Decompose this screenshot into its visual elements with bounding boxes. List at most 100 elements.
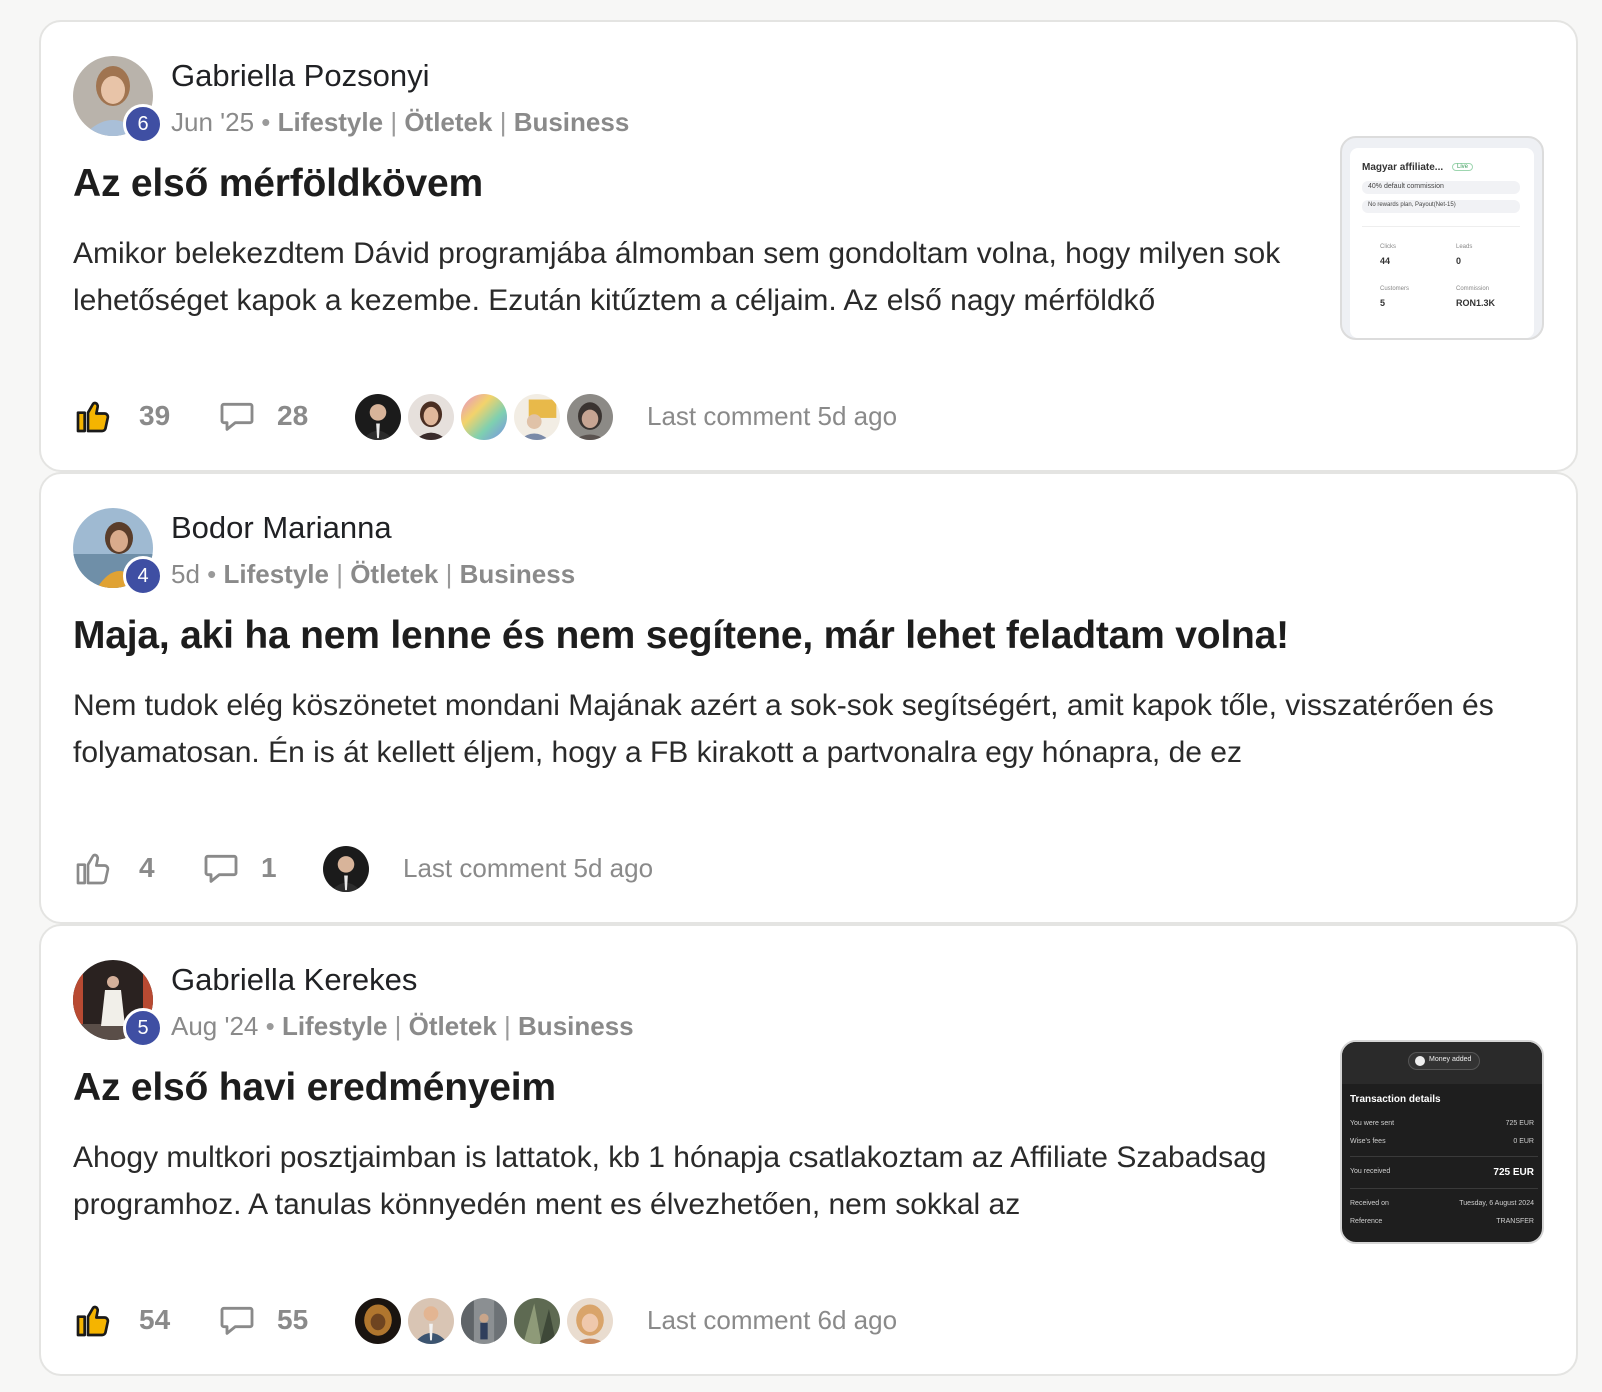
post-meta: 5d • Lifestyle | Ötletek | Business	[171, 559, 575, 590]
meta-dot: •	[207, 559, 224, 589]
thumbnail-row: 40% default commission	[1362, 181, 1520, 194]
commenter-avatar[interactable]	[406, 1296, 456, 1346]
community-feed: 6 Gabriella Pozsonyi Jun '25 • Lifestyle…	[0, 0, 1602, 1392]
category-divider: |	[336, 559, 351, 589]
author-avatar[interactable]: 5	[73, 960, 163, 1048]
commenter-avatar[interactable]	[565, 1296, 615, 1346]
comment-icon	[204, 854, 238, 883]
detail-value: 725 EUR	[1505, 1120, 1534, 1127]
post-card[interactable]: 4 Bodor Marianna 5d • Lifestyle | Ötlete…	[39, 472, 1578, 924]
thumbnail-divider	[1350, 1156, 1538, 1157]
category-link[interactable]: Ötletek	[404, 107, 492, 137]
level-badge: 5	[123, 1008, 163, 1048]
comment-count: 28	[277, 400, 309, 431]
commenter-avatar[interactable]	[353, 1296, 403, 1346]
commenter-avatar[interactable]	[565, 392, 615, 442]
category-link[interactable]: Ötletek	[409, 1011, 497, 1041]
category-link[interactable]: Business	[518, 1011, 634, 1041]
post-thumbnail[interactable]: Money added Transaction details You were…	[1340, 1040, 1544, 1244]
commenter-avatar[interactable]	[512, 392, 562, 442]
thumbs-up-icon	[76, 1305, 110, 1337]
detail-value: 725 EUR	[1493, 1167, 1534, 1178]
like-button[interactable]	[73, 842, 113, 894]
post-title[interactable]: Az első mérföldkövem	[73, 162, 483, 206]
comment-button[interactable]	[201, 842, 241, 894]
category-divider: |	[499, 107, 514, 137]
author-name[interactable]: Bodor Marianna	[171, 510, 392, 546]
post-title[interactable]: Az első havi eredményeim	[73, 1066, 556, 1110]
post-meta: Jun '25 • Lifestyle | Ötletek | Business	[171, 107, 629, 138]
comment-count: 1	[261, 852, 277, 883]
thumbnail-row: No rewards plan, Payout(Net-15)	[1362, 200, 1520, 213]
thumbs-up-icon	[76, 401, 110, 433]
commenter-avatar[interactable]	[459, 1296, 509, 1346]
post-title[interactable]: Maja, aki ha nem lenne és nem segítene, …	[73, 614, 1289, 658]
comment-button[interactable]	[217, 1294, 257, 1346]
detail-value: TRANSFER	[1496, 1218, 1534, 1225]
category-link[interactable]: Lifestyle	[278, 107, 384, 137]
commenter-avatar[interactable]	[512, 1296, 562, 1346]
thumbnail-panel	[1350, 148, 1534, 338]
author-name[interactable]: Gabriella Kerekes	[171, 962, 417, 998]
comment-count: 55	[277, 1304, 309, 1335]
stat-label: Commission	[1456, 286, 1490, 292]
meta-dot: •	[265, 1011, 282, 1041]
thumbnail-heading: Magyar affiliate...	[1362, 162, 1444, 173]
comment-icon	[220, 402, 254, 431]
like-button[interactable]	[73, 390, 113, 442]
category-divider: |	[504, 1011, 519, 1041]
post-date: 5d	[171, 559, 200, 589]
stat-value: 5	[1380, 298, 1386, 308]
author-avatar[interactable]: 4	[73, 508, 163, 596]
detail-label: You received	[1350, 1168, 1391, 1175]
category-divider: |	[445, 559, 460, 589]
category-link[interactable]: Lifestyle	[282, 1011, 388, 1041]
post-thumbnail[interactable]: Magyar affiliate... Live 40% default com…	[1340, 136, 1544, 340]
post-date: Jun '25	[171, 107, 255, 137]
last-comment-time: Last comment 5d ago	[647, 400, 898, 431]
commenter-avatar[interactable]	[321, 844, 371, 894]
meta-dot: •	[261, 107, 278, 137]
comment-icon	[220, 1306, 254, 1335]
commenter-avatar[interactable]	[353, 392, 403, 442]
stat-value: RON1.3K	[1456, 298, 1496, 308]
like-button[interactable]	[73, 1294, 113, 1346]
last-comment-time: Last comment 5d ago	[403, 852, 654, 883]
detail-label: Wise's fees	[1350, 1138, 1386, 1145]
post-card[interactable]: 6 Gabriella Pozsonyi Jun '25 • Lifestyle…	[39, 20, 1578, 472]
level-badge: 6	[123, 104, 163, 144]
commenter-avatar[interactable]	[406, 392, 456, 442]
like-count: 39	[139, 400, 171, 431]
comment-button[interactable]	[217, 390, 257, 442]
category-link[interactable]: Lifestyle	[223, 559, 329, 589]
post-card[interactable]: 5 Gabriella Kerekes Aug '24 • Lifestyle …	[39, 924, 1578, 1376]
detail-label: Reference	[1350, 1218, 1383, 1225]
category-link[interactable]: Business	[460, 559, 576, 589]
thumbnail-divider	[1350, 1188, 1538, 1189]
post-date: Aug '24	[171, 1011, 259, 1041]
category-link[interactable]: Ötletek	[350, 559, 438, 589]
stat-value: 0	[1456, 256, 1462, 266]
thumbnail-divider	[1362, 226, 1520, 227]
detail-label: You were sent	[1350, 1120, 1395, 1127]
category-link[interactable]: Business	[514, 107, 630, 137]
detail-label: Received on	[1350, 1200, 1389, 1207]
like-count: 4	[139, 852, 155, 883]
level-badge: 4	[123, 556, 163, 596]
post-excerpt: Amikor belekezdtem Dávid programjába álm…	[73, 237, 1281, 317]
post-excerpt: Nem tudok elég köszönetet mondani Majána…	[73, 689, 1494, 769]
stat-label: Customers	[1380, 286, 1410, 292]
thumbnail-heading: Transaction details	[1350, 1094, 1441, 1105]
commenter-avatar[interactable]	[459, 392, 509, 442]
author-avatar[interactable]: 6	[73, 56, 163, 144]
detail-value: Tuesday, 6 August 2024	[1459, 1200, 1534, 1207]
post-excerpt: Ahogy multkori posztjaimban is lattatok,…	[73, 1141, 1267, 1221]
stat-value: 44	[1380, 256, 1391, 266]
detail-value: 0 EUR	[1513, 1138, 1534, 1145]
like-count: 54	[139, 1304, 171, 1335]
author-name[interactable]: Gabriella Pozsonyi	[171, 58, 429, 94]
post-meta: Aug '24 • Lifestyle | Ötletek | Business	[171, 1011, 634, 1042]
stat-label: Leads	[1456, 244, 1473, 250]
thumbs-up-icon	[76, 853, 110, 885]
category-divider: |	[390, 107, 405, 137]
